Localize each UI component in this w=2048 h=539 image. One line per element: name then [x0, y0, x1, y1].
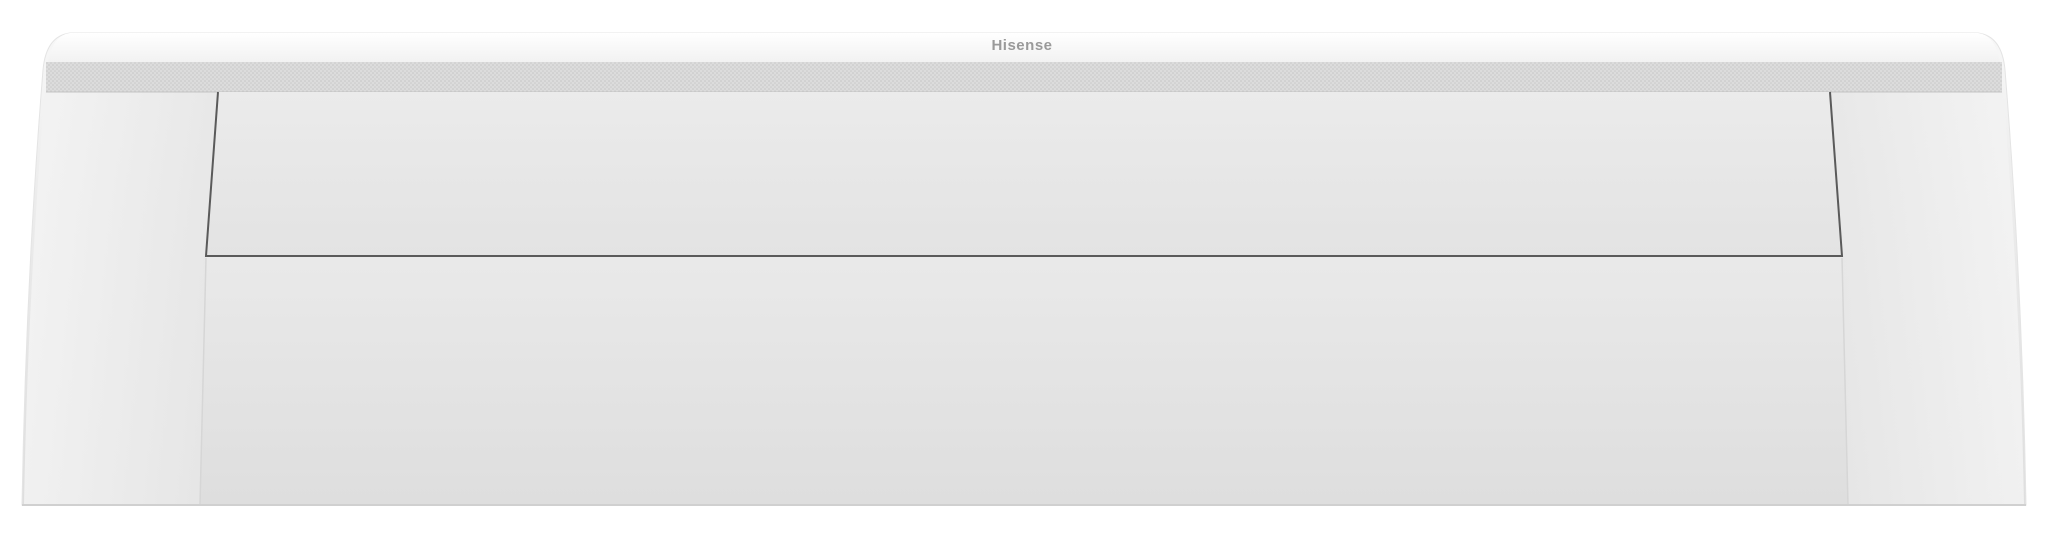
front-flap-panel — [206, 92, 1842, 256]
brand-logo: Hisense — [991, 37, 1052, 54]
air-conditioner-product-image: Hisense — [0, 0, 2048, 539]
air-conditioner-illustration: Hisense — [21, 32, 2027, 506]
left-side-panel — [24, 92, 218, 505]
right-side-panel — [1830, 92, 2024, 505]
top-vent-grille — [46, 62, 2002, 92]
